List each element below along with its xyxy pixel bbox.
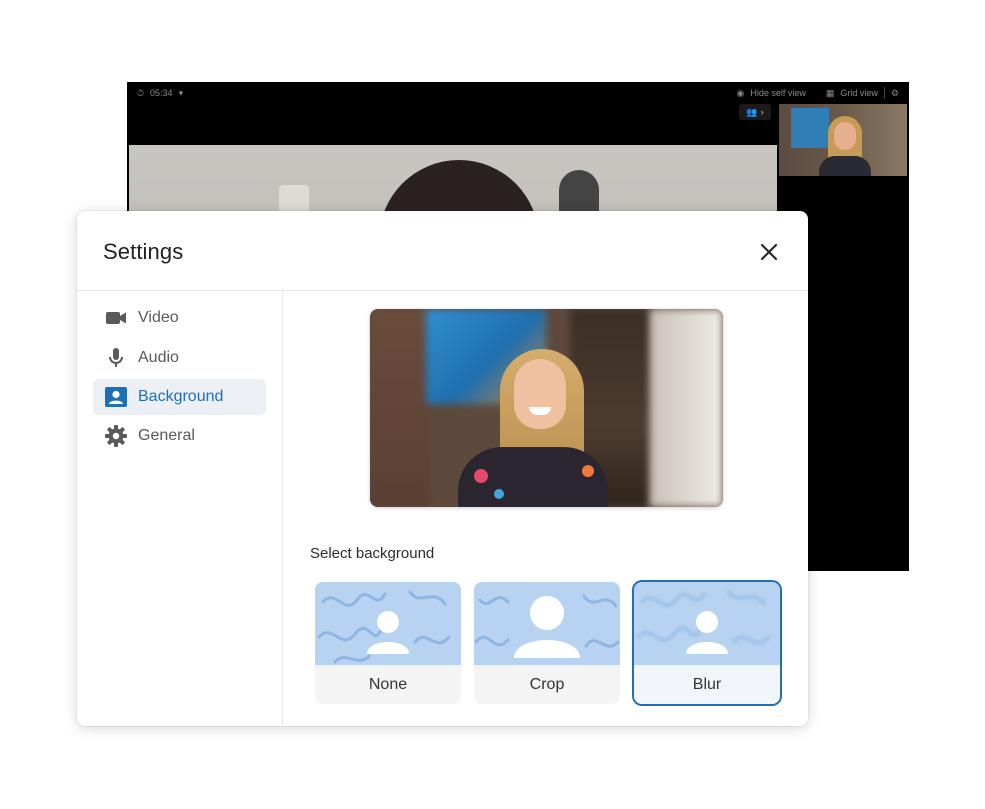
select-background-label: Select background [310,545,435,562]
sidebar-item-label: Background [138,388,224,405]
preview-bg-wall-right [650,309,723,507]
dropdown-caret-icon[interactable]: ▾ [179,88,184,99]
self-view-face [834,122,856,150]
background-option-none[interactable]: None [315,582,461,704]
preview-bg-wall-left [370,309,430,507]
call-settings-gear-icon[interactable]: ⚙ [891,88,899,99]
chevron-right-icon: › [760,107,764,117]
person-silhouette-icon [696,611,718,633]
settings-dialog: Settings Video Audio Background General … [77,211,808,726]
option-thumbnail [315,582,461,665]
participants-button[interactable]: 👥 › [739,104,771,120]
toolbar-divider [883,87,885,99]
call-topbar: ⏱ 05:34 ▾ ◉ Hide self view ▦ Grid view ⚙ [127,82,909,104]
sidebar-item-background[interactable]: Background [93,379,266,415]
dialog-title: Settings [103,239,184,264]
option-label: Blur [634,665,780,704]
settings-sidebar: Video Audio Background General [77,291,283,726]
option-thumbnail [634,582,780,665]
self-view-video [779,104,907,176]
preview-shirt-pattern [582,465,594,477]
camera-preview [370,309,723,507]
sidebar-item-label: Audio [138,349,179,366]
self-view-artwork [791,108,829,148]
person-silhouette-icon [377,611,399,633]
preview-shirt-pattern [474,469,488,483]
people-icon: 👥 [746,106,758,117]
sidebar-item-audio[interactable]: Audio [93,340,266,376]
grid-view-button[interactable]: Grid view [840,88,878,98]
gear-icon [104,424,128,448]
video-camera-icon [104,306,128,330]
sidebar-item-label: Video [138,309,179,326]
close-button[interactable] [757,240,781,264]
background-option-crop[interactable]: Crop [474,582,620,704]
hide-self-view-button[interactable]: Hide self view [750,88,806,98]
background-settings-panel: Select background None Crop Blur [284,291,808,726]
sidebar-item-general[interactable]: General [93,418,266,454]
person-card-icon [104,385,128,409]
grid-icon[interactable]: ▦ [826,88,835,99]
self-view-shirt [819,156,871,176]
sidebar-item-label: General [138,427,195,444]
option-label: None [368,676,408,693]
eye-icon[interactable]: ◉ [737,88,745,99]
background-option-blur[interactable]: Blur [634,582,780,704]
close-icon [760,243,778,261]
option-thumbnail [474,582,620,665]
option-label: Crop [529,676,565,693]
microphone-icon [104,346,128,370]
preview-person-face [514,359,566,429]
preview-shirt-pattern [494,489,504,499]
sidebar-item-video[interactable]: Video [93,300,266,336]
call-timer: 05:34 [150,88,173,98]
dialog-header: Settings [77,211,808,291]
person-silhouette-icon [530,596,564,630]
timer-icon: ⏱ [137,87,145,98]
